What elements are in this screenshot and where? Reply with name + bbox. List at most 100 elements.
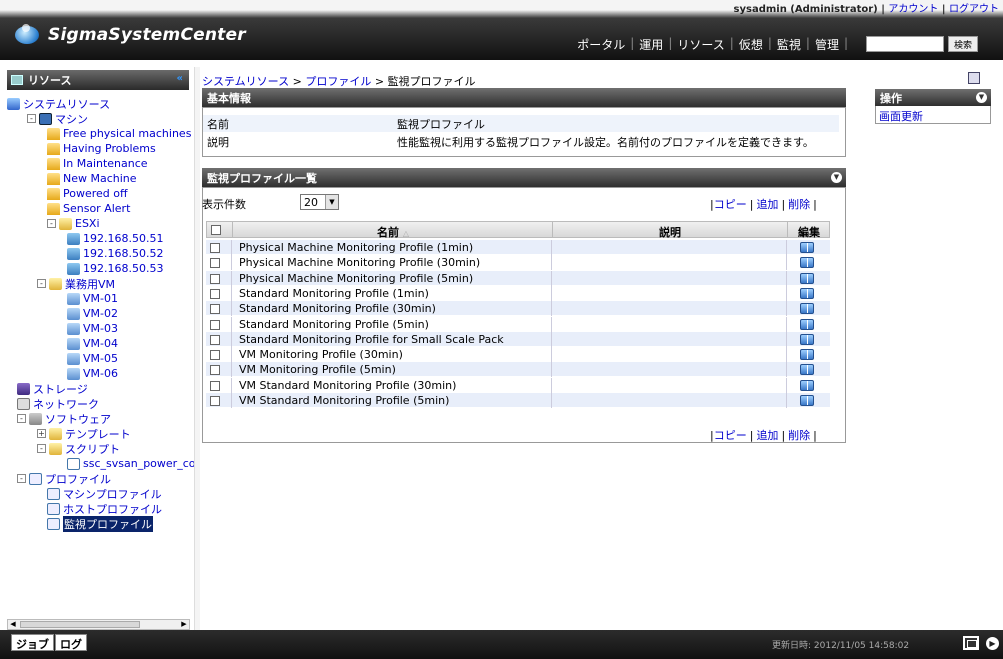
tab-jobs[interactable]: ジョブ [11,634,54,651]
logout-link[interactable]: ログアウト [949,4,999,15]
collapse-node-icon[interactable]: - [27,114,36,123]
delete-link[interactable]: 削除 [788,429,810,442]
tree-item[interactable]: 192.168.50.52 [67,246,163,261]
tree-item[interactable]: - スクリプト [37,441,120,456]
row-checkbox[interactable] [210,380,220,391]
add-link[interactable]: 追加 [756,429,778,442]
edit-icon[interactable] [800,318,814,330]
tree-item[interactable]: 監視プロファイル [47,515,153,532]
table-row[interactable]: Physical Machine Monitoring Profile (1mi… [206,240,830,255]
breadcrumb-profile[interactable]: プロファイル [305,75,371,88]
breadcrumb-system-resource[interactable]: システムリソース [202,75,289,88]
table-row[interactable]: Physical Machine Monitoring Profile (30m… [206,255,830,271]
account-link[interactable]: アカウント [888,4,938,15]
delete-link[interactable]: 削除 [788,198,810,211]
row-checkbox[interactable] [210,243,220,253]
tree-item[interactable]: ホストプロファイル [47,501,162,516]
table-row[interactable]: VM Monitoring Profile (30min) [206,347,830,363]
tree-item[interactable]: - マシン [27,111,88,126]
nav-portal[interactable]: ポータル [577,36,625,53]
nav-operations[interactable]: 運用 [639,36,663,53]
refresh-link[interactable]: 画面更新 [879,108,923,124]
profile-name[interactable]: VM Standard Monitoring Profile (5min) [239,394,449,407]
profile-name[interactable]: Standard Monitoring Profile (5min) [239,318,429,331]
collapse-node-icon[interactable]: - [37,279,46,288]
pane-splitter[interactable] [194,67,200,630]
tree-item[interactable]: マシンプロファイル [47,486,162,501]
collapse-node-icon[interactable]: - [17,474,26,483]
collapse-node-icon[interactable]: - [47,219,56,228]
tree-item[interactable]: システムリソース [7,96,110,111]
window-icon[interactable] [963,636,979,650]
tree-item[interactable]: ネットワーク [17,396,99,411]
edit-icon[interactable] [800,379,814,391]
tree-item[interactable]: 192.168.50.51 [67,231,163,246]
tree-item[interactable]: Having Problems [47,141,156,156]
next-icon[interactable]: ▶ [986,637,999,650]
profile-name[interactable]: Standard Monitoring Profile for Small Sc… [239,333,504,346]
profile-name[interactable]: Physical Machine Monitoring Profile (30m… [239,256,480,269]
profile-name[interactable]: Standard Monitoring Profile (1min) [239,287,429,300]
tree-item[interactable]: ストレージ [17,381,88,396]
copy-link[interactable]: コピー [714,429,747,442]
edit-icon[interactable] [800,287,814,299]
tree-item[interactable]: New Machine [47,171,137,186]
profile-name[interactable]: Standard Monitoring Profile (30min) [239,302,436,315]
row-checkbox[interactable] [210,396,220,406]
scroll-right-icon[interactable]: ▶ [179,620,189,629]
app-logo[interactable]: SigmaSystemCenter [12,22,246,48]
select-all-checkbox[interactable] [211,225,221,235]
tree-item[interactable]: In Maintenance [47,156,148,171]
table-row[interactable]: Standard Monitoring Profile (1min) [206,285,830,301]
collapse-sidebar-icon[interactable]: « [177,73,183,84]
expand-node-icon[interactable]: + [37,429,46,438]
table-row[interactable]: VM Standard Monitoring Profile (30min) [206,377,830,393]
edit-icon[interactable] [800,242,814,253]
print-icon[interactable] [968,72,980,84]
nav-resource[interactable]: リソース [677,36,724,53]
per-page-select[interactable]: 20 ▼ [300,194,339,210]
tree-item[interactable]: VM-01 [67,291,118,306]
nav-virtual[interactable]: 仮想 [739,36,763,53]
tree-item[interactable]: VM-06 [67,366,118,381]
column-name[interactable]: 名前 △ [234,224,552,240]
table-row[interactable]: VM Standard Monitoring Profile (5min) [206,393,830,408]
row-checkbox[interactable] [210,288,220,299]
edit-icon[interactable] [800,395,814,406]
row-checkbox[interactable] [210,273,220,284]
profile-name[interactable]: VM Monitoring Profile (5min) [239,363,396,376]
row-checkbox[interactable] [210,365,220,376]
search-button[interactable]: 検索 [948,36,978,52]
nav-monitor[interactable]: 監視 [777,36,801,53]
table-row[interactable]: Standard Monitoring Profile for Small Sc… [206,331,830,347]
row-checkbox[interactable] [210,304,220,315]
collapse-node-icon[interactable]: - [17,414,26,423]
tree-item[interactable]: ssc_svsan_power_co [67,456,194,471]
tree-item[interactable]: - ソフトウェア [17,411,111,426]
edit-icon[interactable] [800,257,814,269]
add-link[interactable]: 追加 [756,198,778,211]
tree-item[interactable]: VM-02 [67,306,118,321]
row-checkbox[interactable] [210,258,220,269]
scrollbar-thumb[interactable] [20,621,140,628]
edit-icon[interactable] [800,272,814,284]
tree-item[interactable]: Powered off [47,186,128,201]
row-checkbox[interactable] [210,319,220,330]
edit-icon[interactable] [800,364,814,376]
tree-item[interactable]: VM-04 [67,336,118,351]
sidebar-scrollbar[interactable]: ◀ ▶ [7,619,190,630]
collapse-panel-icon[interactable]: ▼ [831,172,842,183]
edit-icon[interactable] [800,333,814,345]
scroll-left-icon[interactable]: ◀ [8,620,18,629]
profile-name[interactable]: VM Monitoring Profile (30min) [239,348,403,361]
tree-item[interactable]: 192.168.50.53 [67,261,163,276]
profile-name[interactable]: Physical Machine Monitoring Profile (1mi… [239,241,473,254]
tree-item[interactable]: - プロファイル [17,471,111,486]
tab-logs[interactable]: ログ [55,634,87,651]
tree-item[interactable]: - ESXi [47,216,100,231]
copy-link[interactable]: コピー [714,198,747,211]
tree-item[interactable]: + テンプレート [37,426,131,441]
collapse-node-icon[interactable]: - [37,444,46,453]
tree-item[interactable]: Free physical machines [47,126,191,141]
table-row[interactable]: Physical Machine Monitoring Profile (5mi… [206,270,830,286]
